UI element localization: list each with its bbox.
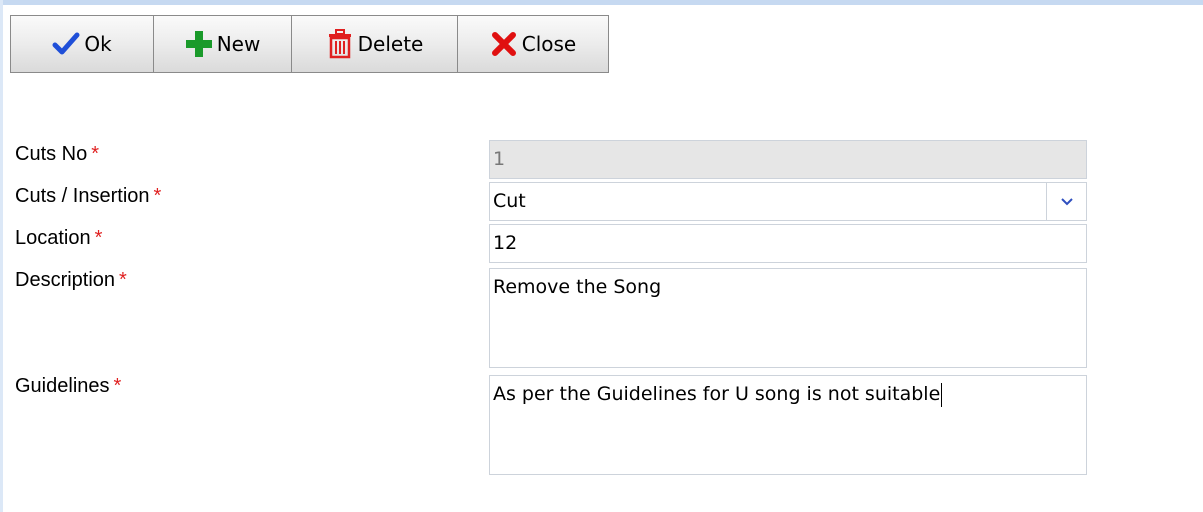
cuts-insertion-select[interactable]: Cut	[489, 182, 1087, 221]
cuts-insertion-label-text: Cuts / Insertion	[15, 185, 150, 207]
cuts-no-value: 1	[493, 148, 506, 170]
toolbar: Ok New Delete Close	[10, 15, 609, 75]
cuts-no-label: Cuts No *	[15, 143, 99, 166]
window-top-border	[0, 0, 1203, 5]
text-cursor	[941, 382, 943, 407]
dropdown-toggle[interactable]	[1046, 183, 1086, 220]
guidelines-label: Guidelines *	[15, 375, 121, 398]
checkmark-icon	[52, 30, 80, 58]
cuts-insertion-value: Cut	[493, 190, 526, 212]
x-icon	[490, 30, 518, 58]
window-left-border	[0, 0, 3, 512]
delete-button[interactable]: Delete	[291, 15, 458, 73]
description-textarea[interactable]: Remove the Song	[489, 268, 1087, 368]
ok-label: Ok	[84, 32, 112, 56]
cuts-no-field[interactable]: 1	[489, 140, 1087, 179]
required-marker: *	[91, 143, 100, 165]
required-marker: *	[94, 227, 103, 249]
location-value: 12	[493, 232, 518, 254]
description-label: Description *	[15, 269, 127, 292]
cuts-no-label-text: Cuts No	[15, 143, 88, 165]
close-label: Close	[521, 32, 577, 56]
new-label: New	[216, 32, 261, 56]
trash-icon	[326, 29, 354, 59]
required-marker: *	[153, 185, 162, 207]
new-button[interactable]: New	[153, 15, 292, 73]
description-label-text: Description	[15, 269, 116, 291]
delete-label: Delete	[357, 32, 424, 56]
close-button[interactable]: Close	[457, 15, 609, 73]
chevron-down-icon	[1060, 197, 1073, 205]
description-value: Remove the Song	[493, 276, 662, 298]
required-marker: *	[113, 375, 122, 397]
guidelines-value: As per the Guidelines for U song is not …	[493, 383, 941, 405]
ok-button[interactable]: Ok	[10, 15, 154, 73]
location-label: Location *	[15, 227, 102, 250]
location-label-text: Location	[15, 227, 91, 249]
guidelines-textarea[interactable]: As per the Guidelines for U song is not …	[489, 375, 1087, 475]
cuts-insertion-label: Cuts / Insertion *	[15, 185, 161, 208]
guidelines-label-text: Guidelines	[15, 375, 110, 397]
plus-icon	[185, 30, 213, 58]
required-marker: *	[119, 269, 127, 291]
location-input[interactable]: 12	[489, 224, 1087, 263]
